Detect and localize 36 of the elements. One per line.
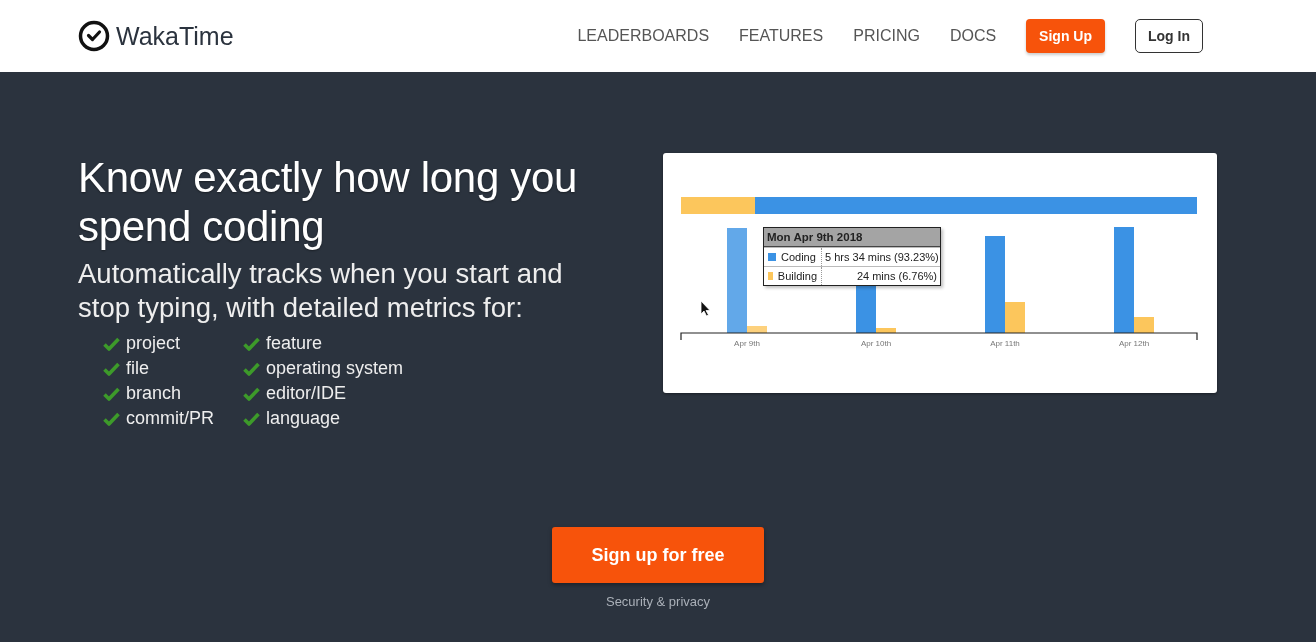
- nav-link[interactable]: DOCS: [949, 27, 997, 45]
- log-in-button[interactable]: Log In: [1135, 19, 1203, 53]
- check-icon: [243, 336, 260, 351]
- metric-item: operating system: [266, 358, 404, 379]
- logo-text[interactable]: WakaTime: [116, 21, 234, 51]
- series-value: 24 mins (6.76%): [855, 269, 938, 284]
- metric-item: editor/IDE: [266, 383, 347, 404]
- metric-item: language: [266, 408, 341, 429]
- nav-link[interactable]: LEADERBOARDS: [577, 27, 710, 45]
- check-icon: [103, 386, 120, 401]
- check-icon: [243, 386, 260, 401]
- axis-label: Apr 11th: [990, 339, 1020, 348]
- axis-label: Apr 9th: [734, 339, 760, 348]
- series-label: Coding: [781, 251, 816, 263]
- cursor-icon: [700, 300, 711, 317]
- tooltip-title: Mon Apr 9th 2018: [764, 228, 940, 247]
- check-icon: [243, 411, 260, 426]
- check-icon: [103, 361, 120, 376]
- hero-subtitle: Automatically tracks when you start and stop typing, with detailed metrics for:: [78, 257, 564, 325]
- metric-item: project: [126, 333, 181, 354]
- axis-label: Apr 12th: [1118, 339, 1150, 348]
- nav-link[interactable]: PRICING: [853, 27, 920, 45]
- clock-check-icon: [78, 20, 110, 52]
- metric-item: commit/PR: [126, 408, 214, 429]
- axis-label: Apr 10th: [860, 339, 892, 348]
- series-label: Building: [777, 270, 817, 282]
- check-icon: [103, 411, 120, 426]
- series-value: 5 hrs 34 mins (93.23%): [824, 250, 940, 265]
- nav-link[interactable]: FEATURES: [739, 27, 824, 45]
- check-icon: [243, 361, 260, 376]
- check-icon: [103, 336, 120, 351]
- metric-item: branch: [126, 383, 182, 404]
- metric-item: file: [126, 358, 149, 379]
- hero-heading: Know exactly how long you spend coding: [78, 153, 579, 251]
- metric-item: feature: [266, 333, 323, 354]
- security-link[interactable]: Security & privacy: [605, 594, 710, 609]
